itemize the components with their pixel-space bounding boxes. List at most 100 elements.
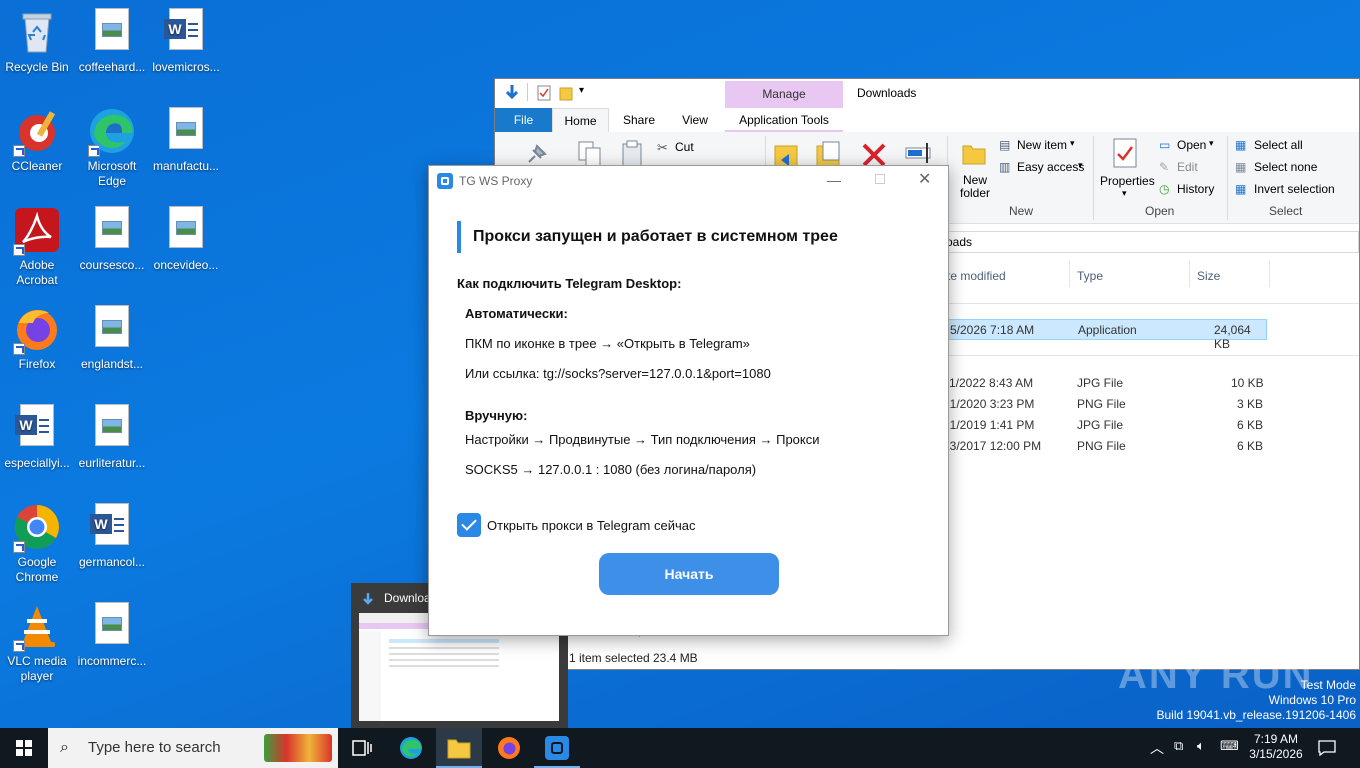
tg-ws-proxy-dialog: TG WS Proxy — ✕ Прокси запущен и работае… bbox=[428, 165, 949, 636]
new-item-button[interactable]: New item bbox=[1017, 138, 1067, 152]
show-hidden-icons-chevron-icon[interactable]: ︿ bbox=[1150, 738, 1164, 758]
history-button[interactable]: History bbox=[1177, 182, 1214, 196]
desktop-icon-adobe-acrobat[interactable]: Adobe Acrobat bbox=[0, 206, 74, 288]
column-header-type[interactable]: Type bbox=[1077, 269, 1103, 283]
open-button[interactable]: Open bbox=[1177, 138, 1206, 152]
edge-icon bbox=[400, 737, 422, 759]
qat-dropdown-icon[interactable]: ▾ bbox=[579, 85, 584, 96]
search-box[interactable]: ⌕ Type here to search bbox=[48, 728, 338, 768]
desktop-icon-especially-doc[interactable]: W especiallyi... bbox=[0, 404, 74, 471]
tab-application-tools[interactable]: Application Tools bbox=[725, 108, 843, 132]
cell-date: 1/2022 8:43 AM bbox=[949, 376, 1034, 390]
open-in-telegram-checkbox[interactable] bbox=[457, 513, 481, 537]
watermark-line-1: Test Mode bbox=[1300, 678, 1356, 692]
table-row[interactable]: 23/2017 12:00 PM PNG File 6 KB bbox=[943, 436, 1267, 457]
shortcut-arrow-icon bbox=[88, 145, 100, 157]
acrobat-icon bbox=[13, 206, 61, 256]
edit-button[interactable]: Edit bbox=[1177, 160, 1198, 174]
chevron-down-icon: ▾ bbox=[1070, 138, 1075, 148]
table-row[interactable]: 21/2020 3:23 PM PNG File 3 KB bbox=[943, 394, 1267, 415]
desktop-icon-coursesco[interactable]: coursesco... bbox=[75, 206, 149, 273]
properties-button[interactable]: Properties bbox=[1100, 174, 1155, 188]
desktop-icon-coffeehard[interactable]: coffeehard... bbox=[75, 8, 149, 75]
taskbar-firefox[interactable] bbox=[486, 728, 532, 768]
image-file-icon bbox=[88, 8, 136, 56]
clock[interactable]: 7:19 AM 3/15/2026 bbox=[1246, 732, 1306, 762]
group-label-select: Select bbox=[1269, 204, 1303, 218]
shortcut-arrow-icon bbox=[13, 244, 25, 256]
image-file-icon bbox=[162, 107, 210, 155]
desktop-icon-vlc[interactable]: VLC media player bbox=[0, 602, 74, 684]
desktop-icon-google-chrome[interactable]: Google Chrome bbox=[0, 503, 74, 585]
select-all-button[interactable]: Select all bbox=[1254, 138, 1303, 152]
tab-view[interactable]: View bbox=[669, 108, 721, 132]
new-folder-qat-icon[interactable] bbox=[559, 85, 573, 101]
desktop-icon-manufactu[interactable]: manufactu... bbox=[149, 107, 223, 174]
search-icon: ⌕ bbox=[60, 739, 69, 756]
cell-size: 6 KB bbox=[1237, 418, 1264, 432]
network-icon[interactable]: ⧉ bbox=[1174, 738, 1183, 754]
column-header-date-modified[interactable]: te modified bbox=[947, 269, 1006, 283]
icon-label: oncevideo... bbox=[153, 258, 219, 272]
chrome-icon bbox=[13, 503, 61, 553]
address-bar[interactable]: oads bbox=[943, 231, 1359, 253]
easy-access-icon: ▥ bbox=[999, 160, 1011, 174]
desktop-icon-eurliteratur[interactable]: eurliteratur... bbox=[75, 404, 149, 471]
select-none-button[interactable]: Select none bbox=[1254, 160, 1317, 174]
icon-label: Microsoft Edge bbox=[87, 159, 137, 188]
desktop-icon-lovemicros[interactable]: W lovemicros... bbox=[149, 8, 223, 75]
desktop-icon-microsoft-edge[interactable]: Microsoft Edge bbox=[75, 107, 149, 189]
manage-context-tab[interactable]: Manage bbox=[725, 81, 843, 108]
properties-icon[interactable] bbox=[1113, 138, 1137, 168]
paste-icon[interactable] bbox=[621, 140, 643, 168]
tab-home[interactable]: Home bbox=[552, 108, 609, 132]
icon-label: Recycle Bin bbox=[5, 60, 69, 74]
cut-button[interactable]: Cut bbox=[675, 140, 694, 154]
notifications-icon[interactable] bbox=[1318, 740, 1336, 756]
invert-selection-button[interactable]: Invert selection bbox=[1254, 182, 1335, 196]
group-label-new: New bbox=[1009, 204, 1034, 218]
desktop-icon-englandst[interactable]: englandst... bbox=[75, 305, 149, 372]
taskbar-edge[interactable] bbox=[388, 728, 434, 768]
maximize-button[interactable] bbox=[875, 174, 885, 184]
properties-qat-icon[interactable] bbox=[537, 85, 551, 101]
start-button[interactable] bbox=[0, 728, 48, 768]
table-row-selected[interactable]: 5/2026 7:18 AM Application 24,064 KB bbox=[943, 319, 1267, 351]
desktop-icon-ccleaner[interactable]: CCleaner bbox=[0, 107, 74, 174]
history-icon: ◷ bbox=[1159, 182, 1170, 196]
new-folder-button[interactable]: New folder bbox=[955, 174, 995, 200]
windows-logo-icon bbox=[16, 740, 32, 756]
table-row[interactable]: 1/2022 8:43 AM JPG File 10 KB bbox=[943, 373, 1267, 394]
input-method-icon[interactable]: ⌨︎ bbox=[1220, 738, 1239, 754]
column-header-size[interactable]: Size bbox=[1197, 269, 1220, 283]
icon-label: Google Chrome bbox=[15, 555, 59, 584]
new-folder-icon[interactable] bbox=[961, 140, 987, 166]
copy-icon[interactable] bbox=[577, 140, 603, 168]
cell-size: 6 KB bbox=[1237, 439, 1264, 453]
task-view-button[interactable] bbox=[340, 728, 384, 768]
search-placeholder: Type here to search bbox=[88, 739, 221, 756]
minimize-button[interactable]: — bbox=[827, 172, 841, 188]
taskbar-tg-ws-proxy[interactable] bbox=[534, 728, 580, 768]
rename-icon[interactable] bbox=[905, 142, 933, 164]
easy-access-button[interactable]: Easy access bbox=[1017, 160, 1084, 174]
tab-file[interactable]: File bbox=[495, 108, 552, 132]
cell-type: JPG File bbox=[1077, 376, 1124, 390]
desktop-icon-firefox[interactable]: Firefox bbox=[0, 305, 74, 372]
desktop-icon-recycle-bin[interactable]: Recycle Bin bbox=[0, 8, 74, 75]
desktop-icon-incommerc[interactable]: incommerc... bbox=[75, 602, 149, 669]
clock-time: 7:19 AM bbox=[1253, 732, 1299, 746]
checkbox-label[interactable]: Открыть прокси в Telegram сейчас bbox=[487, 518, 695, 533]
taskbar-file-explorer[interactable] bbox=[436, 728, 482, 768]
table-row[interactable]: 21/2019 1:41 PM JPG File 6 KB bbox=[943, 415, 1267, 436]
manual-instruction-1: Настройки → Продвинутые → Тип подключени… bbox=[465, 432, 820, 447]
close-icon[interactable]: ✕ bbox=[918, 169, 931, 189]
volume-icon[interactable]: 🔈︎ bbox=[1197, 738, 1205, 754]
clock-date: 3/15/2026 bbox=[1249, 747, 1303, 761]
tab-share[interactable]: Share bbox=[613, 108, 665, 132]
desktop-icon-germancol[interactable]: W germancol... bbox=[75, 503, 149, 570]
desktop-icon-oncevideo[interactable]: oncevideo... bbox=[149, 206, 223, 273]
divider bbox=[527, 83, 528, 101]
start-button[interactable]: Начать bbox=[599, 553, 779, 595]
scissors-icon: ✂ bbox=[657, 140, 668, 155]
